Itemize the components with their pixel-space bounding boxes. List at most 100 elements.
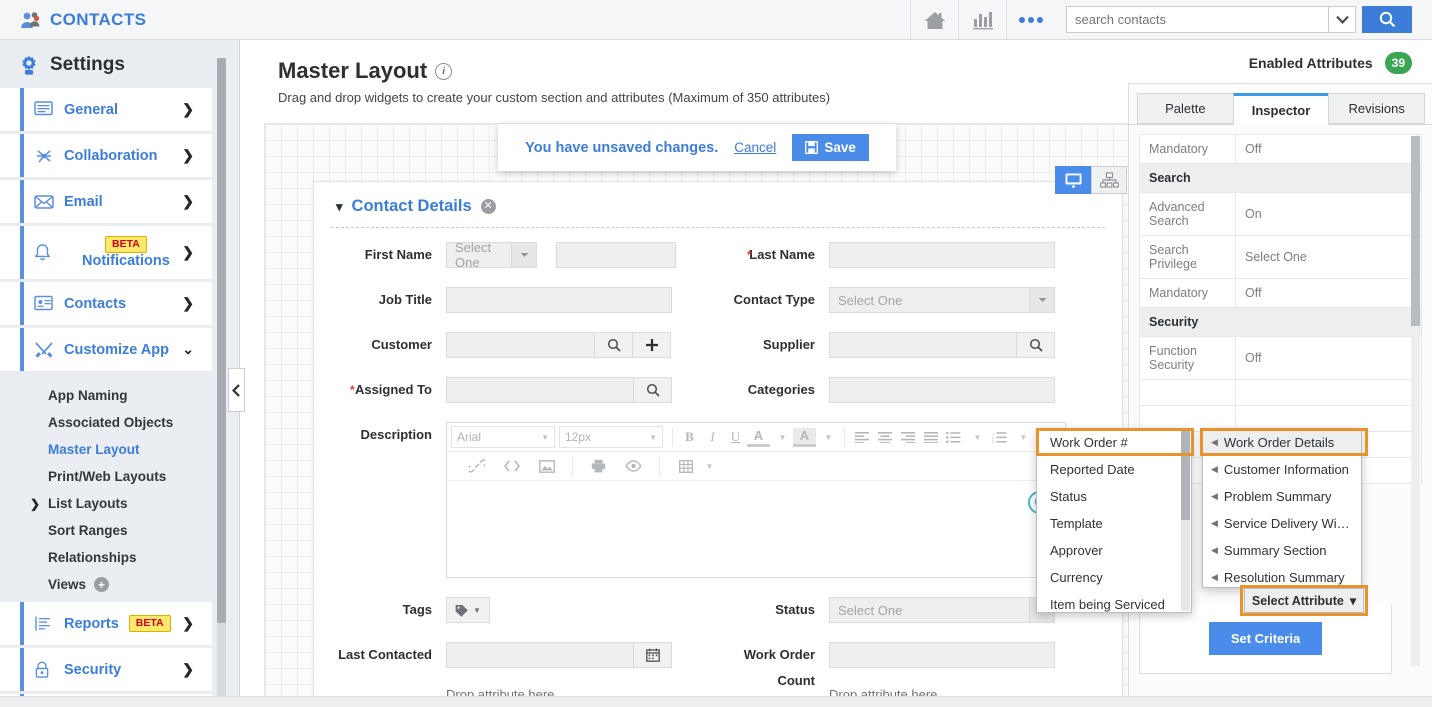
reports-chart-icon[interactable] [958, 0, 1006, 39]
property-value[interactable]: Select One [1235, 235, 1422, 279]
supplier-field[interactable] [829, 332, 1055, 358]
bold-icon[interactable]: B [678, 426, 701, 449]
select-attribute-button[interactable]: Select Attribute ▾ [1244, 588, 1364, 613]
description-editor-body[interactable]: G [447, 481, 1065, 577]
menu-item[interactable]: ◀ Work Order Details [1203, 429, 1361, 456]
sidebar-scrollbar-thumb[interactable] [217, 58, 226, 623]
last-contacted-field[interactable] [446, 642, 672, 668]
inspector-scrollbar-thumb[interactable] [1411, 136, 1420, 326]
menu-item[interactable]: ◀ Service Delivery Wi… [1203, 510, 1361, 537]
menu-item[interactable]: Reported Date [1037, 456, 1191, 483]
sidebar-item-master-layout[interactable]: Master Layout [0, 436, 239, 463]
chevron-down-icon[interactable]: ▼ [965, 426, 988, 449]
table-icon[interactable] [674, 455, 697, 478]
print-icon[interactable] [587, 455, 610, 478]
tree-view-icon[interactable] [1091, 166, 1127, 194]
table-row[interactable]: Mandatory Off [1139, 278, 1422, 308]
chevron-down-icon[interactable]: ▾ [336, 199, 343, 215]
sidebar-item-app-naming[interactable]: App Naming [0, 382, 239, 409]
property-value[interactable]: Off [1235, 134, 1422, 164]
menu-scrollbar[interactable] [1181, 430, 1190, 611]
menu-scrollbar-thumb[interactable] [1181, 430, 1190, 520]
property-value[interactable]: Off [1235, 278, 1422, 308]
section-dropdown-menu[interactable]: ◀ Work Order Details ◀ Customer Informat… [1202, 428, 1362, 588]
close-icon[interactable]: ✕ [480, 199, 496, 214]
chevron-down-icon[interactable]: ▼ [770, 426, 793, 449]
sidebar-item-sort-ranges[interactable]: Sort Ranges [0, 517, 239, 544]
section-header[interactable]: ▾ Contact Details ✕ [314, 182, 1122, 216]
chevron-down-icon[interactable]: ▼ [1011, 426, 1034, 449]
menu-item[interactable]: ◀ Resolution Summary [1203, 564, 1361, 591]
table-row[interactable]: Mandatory Off [1139, 134, 1422, 164]
sidebar-item-relationships[interactable]: Relationships [0, 544, 239, 571]
tab-palette[interactable]: Palette [1137, 93, 1234, 124]
highlight-color-icon[interactable]: A [793, 427, 816, 447]
sidebar-scrollbar[interactable] [217, 58, 226, 698]
menu-item[interactable]: ◀ Summary Section [1203, 537, 1361, 564]
last-name-input[interactable] [829, 242, 1055, 268]
sidebar-item-collaboration[interactable]: Collaboration ❯ [0, 134, 212, 178]
customer-input[interactable] [446, 332, 595, 358]
table-row[interactable]: Advanced Search On [1139, 192, 1422, 236]
first-name-prefix-select[interactable]: Select One [446, 240, 512, 270]
add-view-icon[interactable]: + [94, 577, 110, 592]
search-icon[interactable] [634, 377, 672, 403]
menu-item[interactable]: Item being Serviced [1037, 591, 1191, 618]
chevron-down-icon[interactable] [1030, 287, 1055, 313]
menu-item[interactable]: Approver [1037, 537, 1191, 564]
tab-revisions[interactable]: Revisions [1328, 93, 1426, 124]
categories-input[interactable] [829, 377, 1055, 403]
font-family-select[interactable]: Arial ▼ [451, 426, 555, 448]
attribute-dropdown-menu[interactable]: Work Order # Reported Date Status Templa… [1036, 428, 1192, 613]
contact-type-select[interactable]: Select One [829, 287, 1055, 313]
search-icon[interactable] [595, 332, 633, 358]
sidebar-item-list-layouts[interactable]: ❯ List Layouts [0, 490, 239, 517]
status-value[interactable]: Select One [829, 597, 1030, 623]
image-icon[interactable] [535, 455, 558, 478]
align-left-icon[interactable] [850, 426, 873, 449]
description-rich-text-editor[interactable]: Arial ▼ 12px ▼ B I U A ▼ A ▼ ▼ 1 2 3 ▼ ▼ [446, 422, 1066, 578]
search-input[interactable] [1066, 6, 1328, 33]
table-row[interactable]: Function Security Off [1139, 336, 1422, 380]
font-size-select[interactable]: 12px ▼ [559, 426, 663, 448]
customer-field[interactable] [446, 332, 671, 358]
tab-inspector[interactable]: Inspector [1232, 93, 1330, 125]
align-justify-icon[interactable] [919, 426, 942, 449]
assigned-to-input[interactable] [446, 377, 634, 403]
table-row[interactable]: Search Privilege Select One [1139, 235, 1422, 279]
italic-icon[interactable]: I [701, 426, 724, 449]
menu-item[interactable]: Status [1037, 483, 1191, 510]
sidebar-item-security[interactable]: Security ❯ [0, 648, 212, 692]
more-dots-icon[interactable] [1006, 0, 1054, 39]
job-title-input[interactable] [446, 287, 672, 313]
sidebar-item-reports[interactable]: Reports BETA ❯ [0, 602, 212, 646]
sidebar-item-associated-objects[interactable]: Associated Objects [0, 409, 239, 436]
work-order-count-input[interactable] [829, 642, 1055, 668]
align-right-icon[interactable] [896, 426, 919, 449]
sidebar-item-print-web-layouts[interactable]: Print/Web Layouts [0, 463, 239, 490]
menu-item[interactable]: Currency [1037, 564, 1191, 591]
first-name-input[interactable] [556, 242, 676, 268]
numbered-list-icon[interactable]: 123 [988, 426, 1011, 449]
search-button[interactable] [1362, 6, 1412, 33]
sidebar-item-email[interactable]: Email ❯ [0, 180, 212, 224]
home-icon[interactable] [910, 0, 958, 39]
sidebar-item-contacts[interactable]: Contacts ❯ [0, 282, 212, 326]
add-icon[interactable] [633, 332, 671, 358]
underline-icon[interactable]: U [724, 426, 747, 449]
brand[interactable]: CONTACTS [0, 10, 146, 30]
supplier-input[interactable] [829, 332, 1017, 358]
menu-item[interactable]: ◀ Customer Information [1203, 456, 1361, 483]
property-value[interactable] [1235, 379, 1422, 406]
cancel-button[interactable]: Cancel [734, 140, 776, 155]
table-row[interactable] [1139, 379, 1422, 406]
property-value[interactable]: On [1235, 192, 1422, 236]
status-select[interactable]: Select One [829, 597, 1055, 623]
chevron-down-icon[interactable]: ▼ [697, 455, 720, 478]
chevron-down-icon[interactable] [512, 242, 537, 268]
contact-type-value[interactable]: Select One [829, 287, 1030, 313]
tags-dropdown[interactable]: ▼ [446, 597, 490, 623]
assigned-to-field[interactable] [446, 377, 672, 403]
calendar-icon[interactable] [634, 642, 672, 668]
inspector-scrollbar[interactable] [1411, 136, 1420, 666]
